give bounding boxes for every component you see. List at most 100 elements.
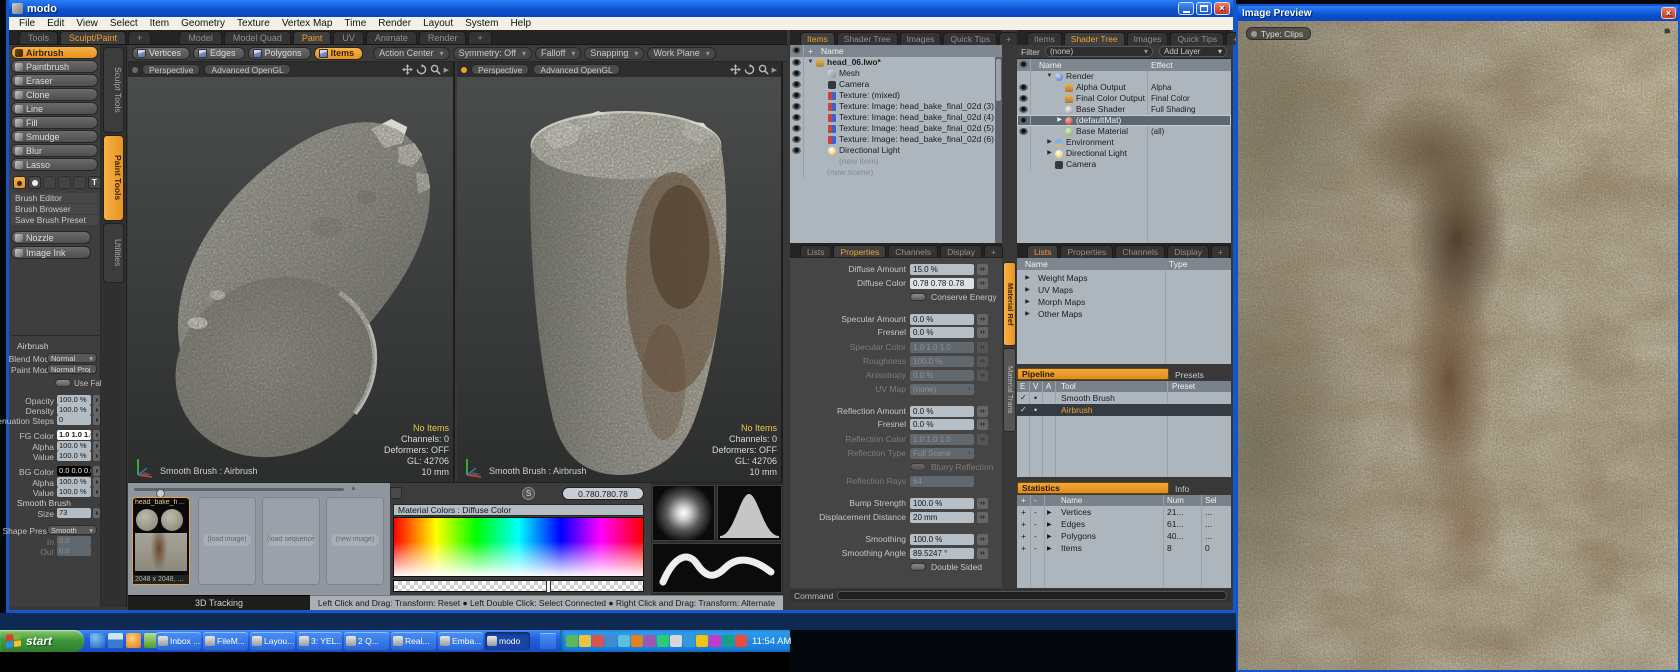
shader-tree-row[interactable]: Base Material (all): [1017, 126, 1231, 137]
layout-tab[interactable]: +: [468, 31, 491, 44]
items-tree-row[interactable]: ▼ head_06.lwo*: [790, 57, 995, 68]
panel-tab[interactable]: Channels: [1115, 245, 1165, 258]
panel-tab[interactable]: Lists: [1027, 245, 1058, 258]
layout-tab[interactable]: Sculpt/Paint: [60, 31, 126, 44]
statistics-row[interactable]: + - ▶ Edges 61... ...: [1017, 518, 1231, 530]
scene-right[interactable]: [457, 77, 781, 482]
pan-icon[interactable]: [730, 64, 741, 75]
tab-material-ref[interactable]: Material Ref: [1003, 262, 1016, 346]
paint-mode-dropdown[interactable]: Normal Proj ...▾: [47, 364, 97, 374]
vertex-map-row[interactable]: ▶ Morph Maps: [1017, 296, 1231, 308]
visible-dot-icon[interactable]: •: [1034, 404, 1037, 416]
brush-tip-pen-icon[interactable]: [43, 176, 56, 189]
items-tree-row[interactable]: Directional Light: [790, 145, 995, 156]
tab-utilities[interactable]: Utilities: [103, 223, 124, 283]
displacement-distance-field[interactable]: 20 mm: [910, 512, 974, 523]
statistics-row[interactable]: + - ▶ Polygons 40... ...: [1017, 530, 1231, 542]
rotate-icon[interactable]: [416, 64, 427, 75]
attenuation-spinner[interactable]: [93, 415, 100, 425]
menu-item[interactable]: View: [70, 18, 104, 29]
menu-item[interactable]: Geometry: [175, 18, 231, 29]
mode-button[interactable]: Items: [314, 47, 364, 60]
hue-saturation-area[interactable]: [393, 517, 644, 577]
expander-icon[interactable]: ▶: [1047, 543, 1052, 555]
double-sided-checkbox[interactable]: [910, 563, 926, 571]
bg-color-field[interactable]: 0.0 0.0 0.0: [57, 466, 91, 476]
layout-tab[interactable]: Animate: [366, 31, 417, 44]
density-field[interactable]: 100.0 %: [57, 405, 91, 415]
items-tree-row[interactable]: (new item): [790, 156, 995, 167]
size-spinner[interactable]: [93, 508, 100, 518]
spinner[interactable]: [977, 406, 988, 417]
panel-tab[interactable]: Display: [1167, 245, 1209, 258]
opacity-spinner[interactable]: [93, 395, 100, 405]
tool-button[interactable]: Line: [11, 102, 98, 115]
start-button[interactable]: start: [0, 630, 84, 652]
vertex-map-row[interactable]: ▶ Other Maps: [1017, 308, 1231, 320]
items-tree-row[interactable]: Mesh: [790, 68, 995, 79]
preview-titlebar[interactable]: Image Preview ×: [1238, 6, 1678, 21]
visible-dot-icon[interactable]: •: [1034, 392, 1037, 404]
mode-button[interactable]: Polygons: [248, 47, 311, 60]
tray-icon[interactable]: [657, 635, 669, 647]
toolbar-dropdown[interactable]: Symmetry: Off▾: [453, 47, 532, 60]
fg-alpha-field[interactable]: 100.0 %: [57, 441, 91, 451]
remove-selection-icon[interactable]: -: [1034, 506, 1037, 518]
layout-tab[interactable]: Paint: [293, 31, 332, 44]
tool-button[interactable]: Airbrush: [11, 46, 98, 59]
modo-titlebar[interactable]: modo ×: [9, 0, 1233, 17]
menu-item[interactable]: Texture: [231, 18, 276, 29]
visibility-toggle[interactable]: [790, 167, 804, 178]
fg-color-spinner[interactable]: [93, 430, 100, 440]
mode-button[interactable]: Edges: [193, 47, 245, 60]
image-ink-button[interactable]: Image Ink: [11, 246, 91, 259]
fg-value-field[interactable]: 100.0 %: [57, 451, 91, 461]
panel-tab[interactable]: Items: [800, 32, 835, 45]
visibility-toggle[interactable]: [790, 79, 804, 90]
expander-icon[interactable]: ▶: [1023, 308, 1032, 320]
panel-tab[interactable]: Quick Tips: [943, 32, 997, 45]
menu-item[interactable]: Item: [144, 18, 175, 29]
tray-icon[interactable]: [631, 635, 643, 647]
shader-tree-row[interactable]: Alpha Output Alpha: [1017, 82, 1231, 93]
items-tree-row[interactable]: Texture: Image: head_bake_final_02d (3): [790, 101, 995, 112]
spinner[interactable]: [977, 512, 988, 523]
text-brush-button[interactable]: T: [88, 176, 101, 189]
internet-explorer-icon[interactable]: [90, 633, 105, 648]
spinner[interactable]: [977, 548, 988, 559]
blend-mode-dropdown[interactable]: Normal▾: [47, 353, 97, 363]
tray-icon[interactable]: [618, 635, 630, 647]
vertex-map-row[interactable]: ▶ Weight Maps: [1017, 272, 1231, 284]
brush-browser-button[interactable]: Brush Browser: [11, 204, 98, 214]
layout-tab[interactable]: Render: [419, 31, 467, 44]
toolbar-dropdown[interactable]: Falloff▾: [535, 47, 581, 60]
tray-icon[interactable]: [696, 635, 708, 647]
visibility-toggle[interactable]: [1017, 93, 1031, 104]
brush-tip-soft-button[interactable]: [28, 176, 41, 189]
nozzle-button[interactable]: Nozzle: [11, 231, 91, 244]
use-falloff-checkbox[interactable]: [55, 379, 71, 387]
panel-tab[interactable]: Images: [1127, 32, 1169, 45]
pipeline-header[interactable]: Pipeline: [1017, 368, 1169, 380]
shader-tree-row[interactable]: ▶ Environment: [1017, 137, 1231, 148]
tray-icon[interactable]: [670, 635, 682, 647]
taskbar-window-button[interactable]: Inbox ...: [156, 632, 201, 650]
statistics-header[interactable]: Statistics: [1017, 482, 1169, 494]
maximize-button[interactable]: [1196, 2, 1212, 15]
tray-icon[interactable]: [735, 635, 747, 647]
items-tree-row[interactable]: Texture: Image: head_bake_final_02d (5): [790, 123, 995, 134]
tab-sculpt-tools[interactable]: Sculpt Tools: [103, 47, 124, 133]
saturation-button[interactable]: S: [522, 487, 535, 500]
conserve-energy-checkbox[interactable]: [910, 293, 926, 301]
layout-tab[interactable]: Tools: [19, 31, 58, 44]
viewport-left[interactable]: Perspective Advanced OpenGL ▶: [128, 62, 455, 482]
remove-selection-icon[interactable]: -: [1034, 542, 1037, 554]
show-desktop-icon[interactable]: [108, 633, 123, 648]
shader-tree-row[interactable]: Final Color Output Final Color: [1017, 93, 1231, 104]
tool-button[interactable]: Paintbrush: [11, 60, 98, 73]
spinner[interactable]: [977, 278, 988, 289]
taskbar-small-button[interactable]: [540, 633, 556, 649]
menu-item[interactable]: Help: [504, 18, 537, 29]
viewport-right[interactable]: Perspective Advanced OpenGL ▶: [457, 62, 783, 482]
shader-tree-row[interactable]: ▶ (defaultMat): [1017, 115, 1231, 126]
